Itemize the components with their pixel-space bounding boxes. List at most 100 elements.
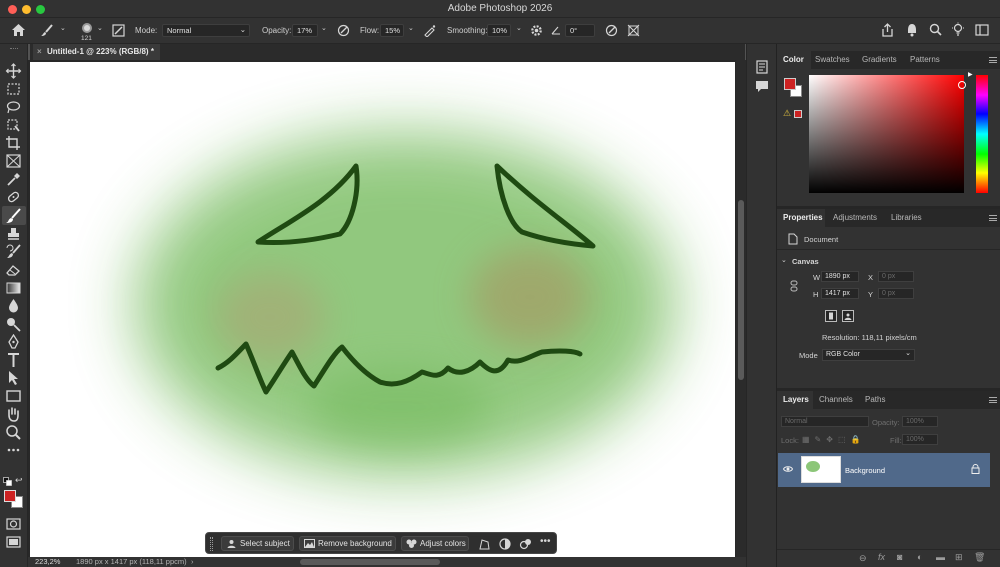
gear-icon[interactable] xyxy=(530,24,543,37)
more-tools-icon[interactable] xyxy=(5,442,22,458)
opacity-input[interactable]: 17% xyxy=(292,24,318,37)
fill-input[interactable]: 100% xyxy=(902,434,938,445)
color-picker-marker[interactable] xyxy=(958,81,966,89)
link-layers-icon[interactable]: ⊖ xyxy=(859,553,867,564)
comments-icon[interactable] xyxy=(755,80,769,93)
path-selection-tool-icon[interactable] xyxy=(5,370,22,386)
tab-properties[interactable]: Properties xyxy=(783,213,823,222)
history-brush-tool-icon[interactable] xyxy=(5,244,22,260)
healing-brush-tool-icon[interactable] xyxy=(5,189,22,205)
chevron-right-icon[interactable]: › xyxy=(191,557,194,566)
smoothing-input[interactable]: 10% xyxy=(487,24,511,37)
tab-swatches[interactable]: Swatches xyxy=(815,55,850,64)
group-folder-icon[interactable]: ▬ xyxy=(936,552,945,562)
swap-colors-icon[interactable]: ↩ xyxy=(15,475,23,486)
close-tab-icon[interactable]: × xyxy=(37,47,42,56)
x-input[interactable]: 0 px xyxy=(878,271,914,282)
brush-tool-icon[interactable] xyxy=(5,208,22,224)
hue-slider-handle[interactable]: ▶ xyxy=(968,71,973,78)
rectangle-tool-icon[interactable] xyxy=(5,388,22,404)
home-icon[interactable] xyxy=(11,23,26,37)
lock-icon[interactable] xyxy=(971,464,980,474)
flow-input[interactable]: 15% xyxy=(380,24,404,37)
fx-icon[interactable]: fx xyxy=(878,552,885,562)
y-input[interactable]: 0 px xyxy=(878,288,914,299)
add-mask-icon[interactable]: ◙ xyxy=(897,552,902,562)
panel-menu-icon[interactable] xyxy=(989,215,997,221)
horizontal-scroll-thumb[interactable] xyxy=(300,559,440,565)
foreground-color-swatch[interactable] xyxy=(4,490,16,502)
brush-preset-icon[interactable] xyxy=(40,24,54,37)
frame-tool-icon[interactable] xyxy=(5,153,22,169)
warning-icon[interactable]: ⚠ xyxy=(783,108,791,119)
panel-fg-color-swatch[interactable] xyxy=(784,78,796,90)
color-mode-select[interactable]: RGB Color ⌄ xyxy=(822,349,915,361)
blend-mode-select[interactable]: Normal xyxy=(781,416,869,427)
lightbulb-icon[interactable] xyxy=(951,22,965,37)
more-options-icon[interactable]: ••• xyxy=(540,536,551,547)
tab-patterns[interactable]: Patterns xyxy=(910,55,940,64)
chevron-down-icon[interactable]: ⌄ xyxy=(516,24,522,32)
hand-tool-icon[interactable] xyxy=(5,406,22,422)
screen-mode-icon[interactable] xyxy=(5,534,22,550)
remove-background-button[interactable]: Remove background xyxy=(299,536,396,551)
chevron-down-icon[interactable]: ⌄ xyxy=(321,24,327,32)
layer-opacity-input[interactable]: 100% xyxy=(902,416,938,427)
adjustment-icon[interactable]: ◐ xyxy=(917,552,922,562)
layer-row-background[interactable]: Background xyxy=(778,453,990,487)
object-selection-tool-icon[interactable] xyxy=(5,117,22,133)
tab-layers[interactable]: Layers xyxy=(783,395,809,404)
new-layer-icon[interactable]: ⊞ xyxy=(955,552,963,563)
gradient-tool-icon[interactable] xyxy=(5,280,22,296)
clone-stamp-tool-icon[interactable] xyxy=(5,226,22,242)
tab-color[interactable]: Color xyxy=(783,55,804,64)
portrait-orientation-button[interactable] xyxy=(825,310,837,322)
height-input[interactable]: 1417 px xyxy=(821,288,859,299)
trash-icon[interactable]: 🗑 xyxy=(974,552,985,563)
landscape-orientation-button[interactable] xyxy=(842,310,854,322)
eyedropper-tool-icon[interactable] xyxy=(5,171,22,187)
mode-select[interactable]: Normal ⌄ xyxy=(162,24,250,37)
move-tool-icon[interactable] xyxy=(5,63,22,79)
toolbar-grip[interactable] xyxy=(10,48,18,49)
dodge-tool-icon[interactable] xyxy=(5,316,22,332)
gamut-color-swatch[interactable] xyxy=(794,110,802,118)
tab-channels[interactable]: Channels xyxy=(819,395,853,404)
workspace-icon[interactable] xyxy=(975,24,989,36)
search-icon[interactable] xyxy=(929,23,942,36)
zoom-tool-icon[interactable] xyxy=(5,424,22,440)
brush-settings-icon[interactable] xyxy=(112,24,125,37)
symmetry-icon[interactable] xyxy=(627,24,640,37)
share-icon[interactable] xyxy=(881,23,894,37)
chevron-down-icon[interactable]: ⌄ xyxy=(408,24,414,32)
link-icon[interactable] xyxy=(790,280,798,292)
select-subject-button[interactable]: Select subject xyxy=(221,536,294,551)
lock-options[interactable]: ▦✎✥⬚🔒 xyxy=(802,435,876,445)
history-panel-icon[interactable] xyxy=(755,60,769,74)
adjust-colors-button[interactable]: Adjust colors xyxy=(401,536,469,551)
angle-input[interactable]: 0° xyxy=(565,24,595,37)
pressure-opacity-icon[interactable] xyxy=(337,24,350,37)
marquee-tool-icon[interactable] xyxy=(5,81,22,97)
zoom-level[interactable]: 223,2% xyxy=(35,557,60,566)
brush-tip-icon[interactable] xyxy=(80,21,94,35)
blur-tool-icon[interactable] xyxy=(5,298,22,314)
default-colors-icon[interactable] xyxy=(3,477,12,486)
pressure-size-icon[interactable] xyxy=(605,24,618,37)
tab-adjustments[interactable]: Adjustments xyxy=(833,213,877,222)
bell-icon[interactable] xyxy=(906,23,918,37)
vertical-scrollbar[interactable] xyxy=(736,60,746,557)
taskbar-grip[interactable] xyxy=(210,537,213,551)
tab-gradients[interactable]: Gradients xyxy=(862,55,897,64)
airbrush-icon[interactable] xyxy=(423,24,437,37)
panel-menu-icon[interactable] xyxy=(989,57,997,63)
eye-icon[interactable] xyxy=(783,465,793,473)
width-input[interactable]: 1890 px xyxy=(821,271,859,282)
lasso-tool-icon[interactable] xyxy=(5,99,22,115)
chevron-down-icon[interactable]: ⌄ xyxy=(781,256,787,264)
quick-mask-icon[interactable] xyxy=(5,516,22,532)
eraser-tool-icon[interactable] xyxy=(5,262,22,278)
document-canvas[interactable] xyxy=(30,62,735,557)
pen-tool-icon[interactable] xyxy=(5,334,22,350)
color-field[interactable] xyxy=(809,75,964,193)
